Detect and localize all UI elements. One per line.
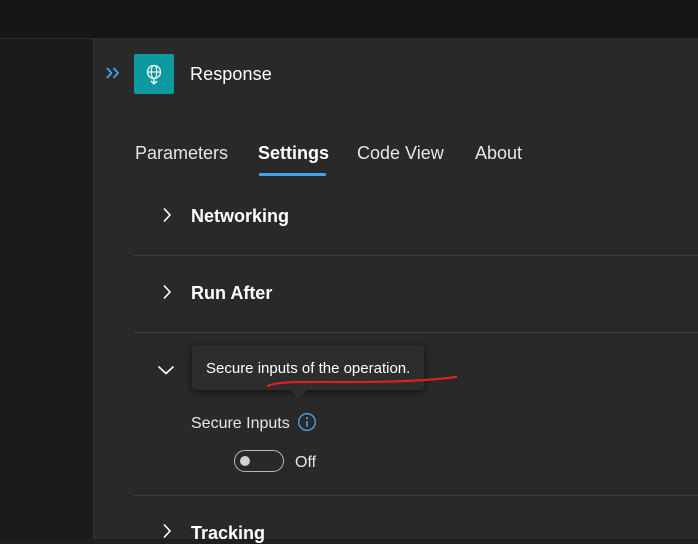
tab-code-view[interactable]: Code View — [357, 143, 444, 164]
tab-settings[interactable]: Settings — [258, 143, 329, 164]
action-details-panel — [94, 39, 698, 539]
section-run-after-title[interactable]: Run After — [191, 283, 272, 304]
chevron-right-icon — [163, 207, 172, 223]
tracking-expand-button[interactable] — [159, 523, 175, 539]
top-bar — [0, 0, 698, 39]
tab-parameters[interactable]: Parameters — [135, 143, 228, 164]
section-tracking-title[interactable]: Tracking — [191, 523, 265, 544]
section-divider — [134, 495, 698, 496]
designer-canvas — [0, 39, 94, 539]
chevron-right-icon — [163, 284, 172, 300]
active-tab-indicator — [259, 173, 326, 176]
globe-response-icon — [146, 64, 162, 85]
run-after-expand-button[interactable] — [159, 284, 175, 300]
info-icon — [297, 412, 317, 432]
red-underline-annotation — [267, 376, 457, 388]
secure-inputs-toggle-state: Off — [295, 454, 317, 471]
section-divider — [134, 332, 698, 333]
collapse-panel-button[interactable] — [104, 63, 124, 83]
networking-expand-button[interactable] — [159, 207, 175, 223]
secure-inputs-label: Secure Inputs — [191, 415, 290, 432]
toggle-knob — [240, 456, 250, 466]
security-collapse-button[interactable] — [157, 362, 175, 378]
tooltip-text: Secure inputs of the operation. — [206, 360, 411, 377]
secure-inputs-info-button[interactable] — [297, 412, 317, 432]
double-chevron-right-icon — [106, 67, 120, 79]
section-divider — [134, 255, 698, 256]
chevron-right-icon — [163, 523, 172, 539]
chevron-down-icon — [157, 365, 175, 375]
section-networking-title[interactable]: Networking — [191, 206, 289, 227]
response-action-icon — [134, 54, 174, 94]
tab-about[interactable]: About — [475, 143, 522, 164]
secure-inputs-toggle[interactable] — [234, 450, 284, 472]
action-title: Response — [190, 64, 272, 84]
